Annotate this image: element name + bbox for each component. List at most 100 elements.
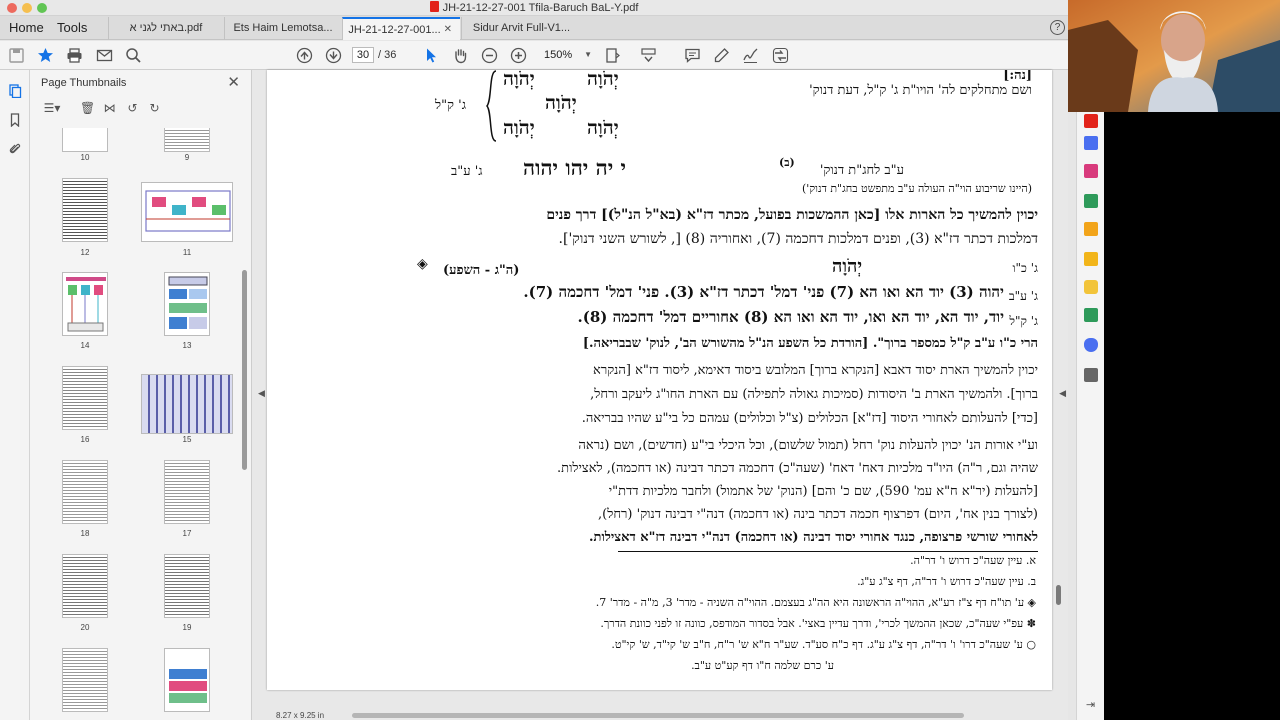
bookmark-icon[interactable] xyxy=(8,113,22,128)
footnote: א. עיין שעה"כ דרוש ו' דר"ה. xyxy=(910,554,1036,567)
highlight-pen-icon[interactable] xyxy=(713,47,730,64)
thumbnail-label: 14 xyxy=(80,341,90,350)
chevron-down-icon: ▼ xyxy=(584,50,592,59)
text-label: ג' ע"ב xyxy=(1008,289,1038,303)
left-tool-rail xyxy=(0,70,30,720)
page-thumbnail[interactable] xyxy=(62,128,108,152)
webcam-overlay xyxy=(1068,0,1280,112)
page-thumbnail[interactable] xyxy=(164,648,210,712)
thumbnail-scrollbar[interactable] xyxy=(242,270,247,470)
select-cursor-icon[interactable] xyxy=(423,47,440,64)
fit-page-icon[interactable] xyxy=(604,47,621,64)
page-thumbnail[interactable] xyxy=(62,554,108,618)
fill-sign-icon[interactable] xyxy=(1084,252,1098,266)
zoom-level-select[interactable]: 150% ▼ xyxy=(540,47,594,63)
search-icon[interactable] xyxy=(125,47,142,64)
tab-document-4[interactable]: Sidur Arvit Full-V1... xyxy=(461,17,581,40)
main-toolbar: 30 / 36 150% ▼ xyxy=(0,41,1068,70)
previous-page-icon[interactable] xyxy=(296,47,313,64)
page-thumbnail[interactable] xyxy=(164,272,210,336)
export-pdf-icon[interactable] xyxy=(1084,194,1098,208)
combine-files-icon[interactable] xyxy=(1084,136,1098,150)
footnote: ○ ע' שעה"כ דרו' ו' דר"ה, דף צ"ג ע"ג. דף … xyxy=(611,638,1036,651)
page-thumbnails-icon[interactable] xyxy=(8,84,22,99)
tab-bar: Home Tools באתי לגני א.pdf Ets Haim Lemo… xyxy=(0,16,1068,40)
divine-name: יְהֹוָה xyxy=(587,70,619,90)
more-tools-icon[interactable] xyxy=(1084,368,1098,382)
thumbnail-label: 10 xyxy=(80,153,90,162)
paragraph-line: הרי כ"ו ע"ב ק"ל כמספר ברוך". [הורדת כל ה… xyxy=(582,336,1038,351)
page-thumbnail[interactable] xyxy=(62,366,108,430)
horizontal-scrollbar[interactable] xyxy=(352,713,964,718)
organize-pages-icon[interactable] xyxy=(1084,164,1098,178)
next-page-icon[interactable] xyxy=(325,47,342,64)
email-icon[interactable] xyxy=(96,47,113,64)
page-thumbnail[interactable] xyxy=(164,554,210,618)
panel-title: Page Thumbnails xyxy=(41,77,127,89)
tab-document-3[interactable]: JH-21-12-27-001... ✕ xyxy=(342,17,460,40)
close-icon[interactable]: ✕ xyxy=(227,73,240,91)
home-menu[interactable]: Home xyxy=(9,20,44,35)
help-icon[interactable]: ? xyxy=(1050,20,1065,35)
star-icon[interactable] xyxy=(37,47,54,64)
zoom-value: 150% xyxy=(544,49,573,61)
close-icon[interactable]: ✕ xyxy=(444,24,452,35)
page-thumbnail[interactable] xyxy=(164,128,210,152)
zoom-in-icon[interactable] xyxy=(510,47,527,64)
document-scrollbar[interactable] xyxy=(1056,585,1061,605)
page-number-input[interactable]: 30 xyxy=(352,47,374,63)
thumbnail-label: 11 xyxy=(182,248,192,257)
paragraph-line: וע"י אורות הנ' יכוין להעלות נוק' רחל (תמ… xyxy=(578,438,1038,453)
save-icon[interactable] xyxy=(8,47,25,64)
create-pdf-icon[interactable] xyxy=(1084,114,1098,128)
hand-tool-icon[interactable] xyxy=(452,47,469,64)
scroll-mode-icon[interactable] xyxy=(640,47,657,64)
print-icon[interactable] xyxy=(66,47,83,64)
page-thumbnail[interactable] xyxy=(141,182,233,242)
window-title: JH-21-12-27-001 Tfila-Baruch BaL-Y.pdf xyxy=(442,2,639,14)
tab-label: JH-21-12-27-001... xyxy=(348,24,441,36)
text-label: ג' ע"ב xyxy=(451,164,483,179)
tab-document-1[interactable]: באתי לגני א.pdf xyxy=(108,17,223,40)
document-view[interactable]: ◀ ◀ [נה:] ושם מתחלקים לה' הויו"ת ג' ק"ל,… xyxy=(252,70,1068,720)
footnote-marker: ◈ xyxy=(417,256,428,272)
attachment-icon[interactable] xyxy=(8,142,22,156)
collapse-left-icon[interactable]: ◀ xyxy=(258,388,265,399)
rotate-left-icon[interactable]: ↺ xyxy=(125,101,140,116)
comment-tool-icon[interactable] xyxy=(1084,280,1098,294)
thumbnail-label: 9 xyxy=(184,153,190,162)
page-thumbnail[interactable] xyxy=(62,648,108,712)
page-thumbnail[interactable] xyxy=(62,178,108,242)
thumbnail-label: 19 xyxy=(182,623,192,632)
thumbnail-options-icon[interactable]: ☰▾ xyxy=(40,101,64,116)
rotate-right-icon[interactable]: ↻ xyxy=(147,101,162,116)
paragraph-line: יכוין להמשיך הארת יסוד דאבא [הנקרא ברוך]… xyxy=(593,363,1038,378)
page-thumbnail[interactable] xyxy=(141,374,233,434)
zoom-out-icon[interactable] xyxy=(481,47,498,64)
page-thumbnail[interactable] xyxy=(164,460,210,524)
thumbnail-label: 18 xyxy=(80,529,90,538)
extract-pages-icon[interactable]: ⋈ xyxy=(102,101,117,116)
page-thumbnail[interactable] xyxy=(62,272,108,336)
protect-shield-icon[interactable] xyxy=(1084,338,1098,352)
tools-menu[interactable]: Tools xyxy=(57,20,87,35)
edit-pdf-icon[interactable] xyxy=(1084,222,1098,236)
expand-panel-icon[interactable]: ⇥ xyxy=(1086,698,1095,711)
thumbnail-label: 16 xyxy=(80,435,90,444)
footnote: ✽ עפ"י שעה"כ, שכאן ההמשך לכרי', ודרך עדי… xyxy=(600,617,1036,630)
comment-icon[interactable] xyxy=(684,47,701,64)
collapse-right-icon[interactable]: ◀ xyxy=(1059,388,1066,399)
footnote: ב. עיין שעה"כ דרוש ו' דר"ה, דף צ"ג ע"ג. xyxy=(857,575,1036,588)
thumbnail-label: 20 xyxy=(80,623,90,632)
text-label: ג' ק"ל xyxy=(435,98,467,113)
tab-label: באתי לגני א.pdf xyxy=(129,22,203,34)
thumbnail-list[interactable]: 10 9 12 11 14 13 16 15 18 17 20 19 xyxy=(30,128,240,720)
tab-document-2[interactable]: Ets Haim Lemotsa... xyxy=(224,17,341,40)
sign-icon[interactable] xyxy=(742,47,759,64)
scan-ocr-icon[interactable] xyxy=(1084,308,1098,322)
acrobat-window: JH-21-12-27-001 Tfila-Baruch BaL-Y.pdf H… xyxy=(0,0,1280,720)
divine-name: יְהֹוָה xyxy=(587,117,619,139)
trash-icon[interactable]: 🗑 xyxy=(80,101,95,116)
page-thumbnail[interactable] xyxy=(62,460,108,524)
share-icon[interactable] xyxy=(772,47,789,64)
